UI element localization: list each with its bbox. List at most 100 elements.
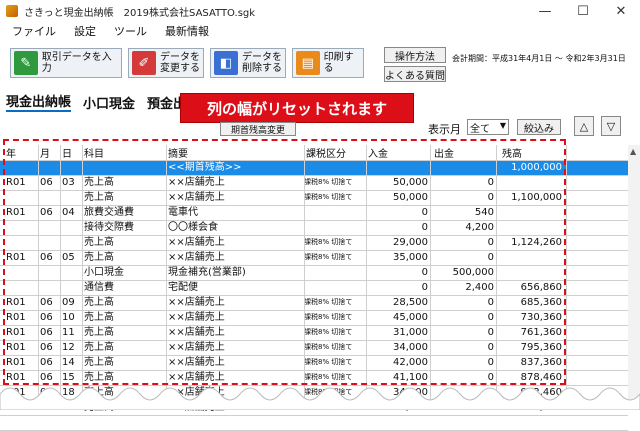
display-month-value: 全て <box>470 123 490 135</box>
cell-memo: ××店舗売上 <box>168 327 225 338</box>
cell-account: 売上高 <box>84 342 114 353</box>
cell-year: R01 <box>6 342 26 353</box>
table-row[interactable]: R01 06 10 売上高 ××店舗売上 課税8% 切捨て 45,000 0 730,360 <box>0 310 628 325</box>
cell-tax: 課税8% 切捨て <box>304 178 353 186</box>
move-up-button[interactable]: △ <box>574 116 594 136</box>
opening-balance-button[interactable]: 期首残高変更 <box>220 122 296 136</box>
cell-out <box>430 160 494 175</box>
close-button[interactable]: ✕ <box>602 0 640 22</box>
cell-balance: 837,360 <box>520 357 562 368</box>
cell-tax: 課税8% 切捨て <box>304 343 353 351</box>
cell-balance: 656,860 <box>520 282 562 293</box>
menu-file[interactable]: ファイル <box>12 23 56 39</box>
tab-petty-cash[interactable]: 小口現金 <box>83 93 135 112</box>
cell-memo: ××店舗売上 <box>168 357 225 368</box>
cell-in: 50,000 <box>393 192 428 203</box>
pencil-icon: ✎ <box>14 51 38 75</box>
cell-balance <box>498 205 562 220</box>
table-row[interactable]: R01 06 12 売上高 ××店舗売上 課税8% 切捨て 34,000 0 795,360 <box>0 340 628 355</box>
cell-balance <box>498 265 562 280</box>
cell-account: 旅費交通費 <box>84 207 134 218</box>
cell-tax: 課税8% 切捨て <box>304 238 353 246</box>
table-row[interactable]: R01 06 11 売上高 ××店舗売上 課税8% 切捨て 31,000 0 761,360 <box>0 325 628 340</box>
input-transaction-button[interactable]: ✎ 取引データを入力 <box>10 48 122 78</box>
cell-account: 売上高 <box>84 177 114 188</box>
cell-tax <box>304 265 366 280</box>
maximize-button[interactable]: ☐ <box>564 0 602 22</box>
cell-tax: 課税8% 切捨て <box>304 298 353 306</box>
cell-month: 06 <box>40 177 53 188</box>
cell-balance: 685,360 <box>520 297 562 308</box>
column-header-in[interactable]: 入金 <box>368 145 388 160</box>
minimize-button[interactable]: — <box>526 0 564 22</box>
tab-cash-book[interactable]: 現金出納帳 <box>6 91 72 112</box>
delete-data-button[interactable]: ◧ データを削除する <box>210 48 286 78</box>
cell-month: 06 <box>40 342 53 353</box>
vertical-scrollbar[interactable] <box>628 145 640 410</box>
column-header-month[interactable]: 月 <box>40 145 50 160</box>
cell-day: 11 <box>62 327 75 338</box>
cell-balance: 795,360 <box>520 342 562 353</box>
table-row[interactable]: R01 06 05 売上高 ××店舗売上 課税8% 切捨て 35,000 0 <box>0 250 628 265</box>
menu-latest-info[interactable]: 最新情報 <box>165 23 209 39</box>
menu-settings[interactable]: 設定 <box>74 23 96 39</box>
edit-pencil-icon: ✐ <box>132 51 156 75</box>
table-row[interactable]: R01 06 14 売上高 ××店舗売上 課税8% 切捨て 42,000 0 837,360 <box>0 355 628 370</box>
edit-data-button[interactable]: ✐ データを変更する <box>128 48 204 78</box>
cell-memo: ××店舗売上 <box>168 312 225 323</box>
cell-account: 売上高 <box>84 192 114 203</box>
menu-tools[interactable]: ツール <box>114 23 147 39</box>
cell-balance: 1,000,000 <box>511 162 562 173</box>
table-row-selected[interactable]: <<期首残高>> 1,000,000 <box>0 160 628 175</box>
table-row[interactable]: 売上高 ××店舗売上 課税8% 切捨て 29,000 0 1,124,260 <box>0 235 628 250</box>
cell-month: 06 <box>40 357 53 368</box>
howto-button[interactable]: 操作方法 <box>384 47 446 63</box>
cell-month <box>40 280 60 295</box>
display-month-select[interactable]: 全て ▼ <box>467 119 509 135</box>
window-title: さきっと現金出納帳 2019株式会社SASATTO.sgk <box>24 7 256 19</box>
table-row[interactable]: R01 06 04 旅費交通費 電車代 0 540 <box>0 205 628 220</box>
display-month-label: 表示月 <box>428 123 461 136</box>
cell-in: 0 <box>421 222 428 233</box>
column-header-memo[interactable]: 摘要 <box>168 145 188 160</box>
column-header-out[interactable]: 出金 <box>434 145 454 160</box>
table-row[interactable]: 売上高 ××店舗売上 課税8% 切捨て 50,000 0 1,100,000 <box>0 190 628 205</box>
column-header-balance[interactable]: 残高 <box>502 145 522 160</box>
cell-out: 540 <box>474 207 494 218</box>
row-divider <box>0 175 628 176</box>
cell-month: 06 <box>40 207 53 218</box>
narrow-down-button[interactable]: 絞込み <box>517 119 561 135</box>
edit-data-label: データを変更する <box>160 52 200 74</box>
column-header-day[interactable]: 日 <box>62 145 72 160</box>
column-header-year[interactable]: 年 <box>6 145 16 160</box>
table-row[interactable]: 通信費 宅配便 0 2,400 656,860 <box>0 280 628 295</box>
table-row[interactable]: 接待交際費 〇〇様会食 0 4,200 <box>0 220 628 235</box>
cell-year: R01 <box>6 252 26 263</box>
cell-account: 売上高 <box>84 297 114 308</box>
cell-out: 500,000 <box>452 267 494 278</box>
table-row[interactable]: R01 06 09 売上高 ××店舗売上 課税8% 切捨て 28,500 0 685,360 <box>0 295 628 310</box>
faq-button[interactable]: よくある質問 <box>384 66 446 82</box>
cell-in: 42,000 <box>393 357 428 368</box>
row-divider <box>0 355 628 356</box>
cell-in: 0 <box>421 282 428 293</box>
cell-tax: 課税8% 切捨て <box>304 313 353 321</box>
row-divider <box>0 250 628 251</box>
cell-in: 0 <box>421 207 428 218</box>
cell-year <box>6 190 38 205</box>
column-header-tax[interactable]: 課税区分 <box>306 145 346 160</box>
print-button[interactable]: ▤ 印刷する <box>292 48 364 78</box>
scroll-up-icon[interactable]: ▲ <box>630 147 636 156</box>
move-down-button[interactable]: ▽ <box>601 116 621 136</box>
cell-in: 50,000 <box>393 177 428 188</box>
cell-in: 35,000 <box>393 252 428 263</box>
cell-account: 通信費 <box>84 282 114 293</box>
toolbar: ✎ 取引データを入力 ✐ データを変更する ◧ データを削除する ▤ 印刷する <box>0 42 640 88</box>
table-row[interactable]: 小口現金 現金補充(営業部) 0 500,000 <box>0 265 628 280</box>
cell-day: 14 <box>62 357 75 368</box>
table-row[interactable]: R01 06 03 売上高 ××店舗売上 課税8% 切捨て 50,000 0 <box>0 175 628 190</box>
cell-year: R01 <box>6 312 26 323</box>
column-header-account[interactable]: 科目 <box>84 145 104 160</box>
cell-year: R01 <box>6 177 26 188</box>
cell-memo: ××店舗売上 <box>168 342 225 353</box>
